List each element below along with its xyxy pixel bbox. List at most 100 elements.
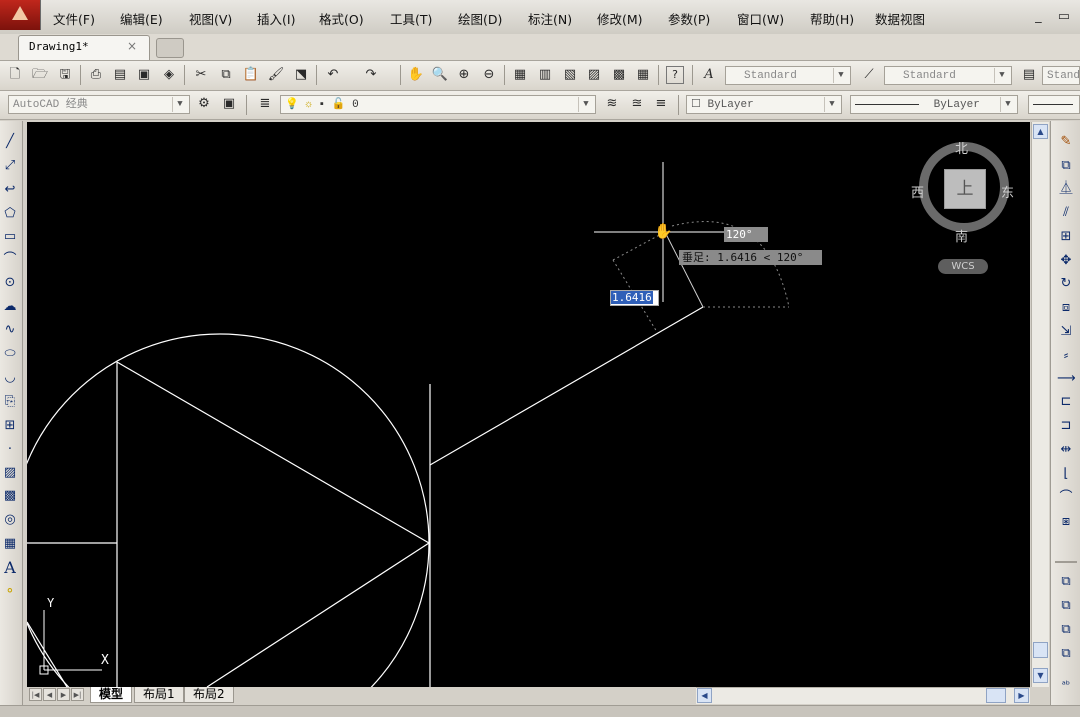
scale-icon[interactable]: ⧈ <box>1057 299 1075 317</box>
rectangle-icon[interactable]: ▭ <box>1 228 19 246</box>
array-icon[interactable]: ⊞ <box>1057 228 1075 246</box>
horizontal-scroll-thumb[interactable] <box>986 688 1006 703</box>
previous-layout-icon[interactable]: ◀ <box>43 688 56 701</box>
send-to-back-icon[interactable]: ⧉ <box>1057 621 1075 639</box>
viewcube-south-label[interactable]: 南 <box>955 226 968 245</box>
table-style-combo[interactable]: Stand <box>1042 66 1080 85</box>
break-at-point-icon[interactable]: ⊏ <box>1057 393 1075 411</box>
tab-layout2[interactable]: 布局2 <box>184 687 234 703</box>
offset-icon[interactable]: ⫽ <box>1057 204 1075 222</box>
spline-icon[interactable]: ∿ <box>1 321 19 339</box>
dim-style-icon[interactable]: ⟋ <box>860 66 878 84</box>
drawing-canvas[interactable]: Y X ✋ 120° 垂足: 1.6416 < 120° 1.6416 上 北 … <box>27 122 1030 687</box>
menu-view[interactable]: 视图(V) <box>189 9 232 28</box>
extend-icon[interactable]: ⟶ <box>1057 370 1076 388</box>
menu-tools[interactable]: 工具(T) <box>390 9 432 28</box>
dropdown-arrow-icon[interactable]: ▼ <box>833 68 848 83</box>
add-selected-icon[interactable]: ⚬ <box>1 583 19 601</box>
tool-palettes-icon[interactable]: ▧ <box>561 66 579 84</box>
viewcube-east-label[interactable]: 东 <box>1001 182 1014 201</box>
menu-edit[interactable]: 编辑(E) <box>120 9 163 28</box>
erase-icon[interactable]: ✎ <box>1057 133 1075 151</box>
3d-dwf-icon[interactable]: ◈ <box>160 66 178 84</box>
table-icon[interactable]: ▦ <box>1 535 19 553</box>
menu-format[interactable]: 格式(O) <box>319 9 364 28</box>
save-icon[interactable]: 🖫 <box>56 66 74 84</box>
layer-combo[interactable]: 💡 ☼ ▪ 🔓 0 ▼ <box>280 95 596 114</box>
dropdown-arrow-icon[interactable]: ▼ <box>1000 97 1015 112</box>
autocad-logo-icon[interactable] <box>0 0 41 30</box>
text-to-front-icon[interactable]: ᵃᵇ <box>1057 677 1075 695</box>
scroll-up-icon[interactable]: ▲ <box>1033 124 1048 139</box>
menu-insert[interactable]: 插入(I) <box>257 9 295 28</box>
open-file-icon[interactable]: 🗁 <box>31 66 49 84</box>
menu-modify[interactable]: 修改(M) <box>597 9 643 28</box>
region-icon[interactable]: ◎ <box>1 511 19 529</box>
paste-icon[interactable]: 📋 <box>242 66 260 84</box>
menu-window[interactable]: 窗口(W) <box>737 9 784 28</box>
drawing-tab[interactable]: Drawing1* × <box>18 35 150 60</box>
dropdown-arrow-icon[interactable]: ▼ <box>994 68 1009 83</box>
polyline-icon[interactable]: ↩ <box>1 181 19 199</box>
dim-style-combo[interactable]: Standard ▼ <box>884 66 1012 85</box>
menu-help[interactable]: 帮助(H) <box>810 9 854 28</box>
undo-icon[interactable]: ↶ <box>324 66 342 84</box>
text-style-icon[interactable]: A <box>700 66 718 84</box>
mirror-icon[interactable]: ⏅ <box>1057 180 1075 198</box>
arc-icon[interactable]: ⌒ <box>1 251 19 269</box>
move-icon[interactable]: ✥ <box>1057 252 1075 270</box>
properties-icon[interactable]: ▦ <box>511 66 529 84</box>
point-icon[interactable]: · <box>1 441 19 459</box>
viewcube-north-label[interactable]: 北 <box>955 138 968 157</box>
last-layout-icon[interactable]: ▶| <box>71 688 84 701</box>
angle-input-field[interactable]: 120° <box>724 227 768 242</box>
copy-icon[interactable]: ⧉ <box>217 66 235 84</box>
make-object-layer-current-icon[interactable]: ≋ <box>603 95 621 113</box>
draw-order-icon[interactable]: ⧉ <box>1057 573 1075 591</box>
print-icon[interactable]: ⎙ <box>87 66 105 84</box>
line-icon[interactable]: ╱ <box>1 133 19 151</box>
revision-cloud-icon[interactable]: ☁ <box>1 298 19 316</box>
length-input-field[interactable]: 1.6416 <box>610 290 659 306</box>
stretch-icon[interactable]: ⇲ <box>1057 323 1075 341</box>
break-icon[interactable]: ⊐ <box>1057 417 1075 435</box>
scroll-left-icon[interactable]: ◀ <box>697 688 712 703</box>
trim-icon[interactable]: ⸗ <box>1057 347 1075 365</box>
explode-icon[interactable]: ⧆ <box>1057 513 1075 531</box>
match-properties-icon[interactable]: 🖌 <box>267 66 285 84</box>
rotate-icon[interactable]: ↻ <box>1057 275 1075 293</box>
bring-to-front-icon[interactable]: ⧉ <box>1057 597 1075 615</box>
my-workspace-icon[interactable]: ▣ <box>220 95 238 113</box>
make-block-icon[interactable]: ⊞ <box>1 417 19 435</box>
workspace-settings-icon[interactable]: ⚙ <box>195 95 213 113</box>
layer-states-icon[interactable]: ≡ <box>652 95 670 113</box>
zoom-previous-icon[interactable]: ⊖ <box>480 66 498 84</box>
dropdown-arrow-icon[interactable]: ▼ <box>172 97 187 112</box>
scroll-right-icon[interactable]: ▶ <box>1014 688 1029 703</box>
zoom-realtime-icon[interactable]: 🔍 <box>431 66 449 84</box>
linetype-combo[interactable]: ByLayer ▼ <box>850 95 1018 114</box>
polygon-icon[interactable]: ⬠ <box>1 205 19 223</box>
color-combo[interactable]: ☐ ByLayer ▼ <box>686 95 842 114</box>
pan-icon[interactable]: ✋ <box>407 66 425 84</box>
dropdown-arrow-icon[interactable]: ▼ <box>824 97 839 112</box>
circle-icon[interactable]: ⊙ <box>1 274 19 292</box>
scroll-down-icon[interactable]: ▼ <box>1033 668 1048 683</box>
fillet-icon[interactable]: ⌒ <box>1057 489 1075 507</box>
new-tab-button[interactable] <box>156 38 184 58</box>
insert-block-icon[interactable]: ⎘ <box>1 393 19 411</box>
viewcube-top-face[interactable]: 上 <box>944 169 986 209</box>
close-tab-icon[interactable]: × <box>127 39 137 53</box>
first-layout-icon[interactable]: |◀ <box>29 688 42 701</box>
cut-icon[interactable]: ✂ <box>192 66 210 84</box>
block-editor-icon[interactable]: ⬔ <box>292 66 310 84</box>
viewcube-west-label[interactable]: 西 <box>911 182 924 201</box>
design-center-icon[interactable]: ▥ <box>536 66 554 84</box>
tab-layout1[interactable]: 布局1 <box>134 687 184 703</box>
print-preview-icon[interactable]: ▤ <box>111 66 129 84</box>
hatch-icon[interactable]: ▨ <box>1 464 19 482</box>
layer-previous-icon[interactable]: ≊ <box>628 95 646 113</box>
workspace-combo[interactable]: AutoCAD 经典 ▼ <box>8 95 190 114</box>
calculator-icon[interactable]: ▦ <box>634 66 652 84</box>
lineweight-combo[interactable] <box>1028 95 1080 114</box>
